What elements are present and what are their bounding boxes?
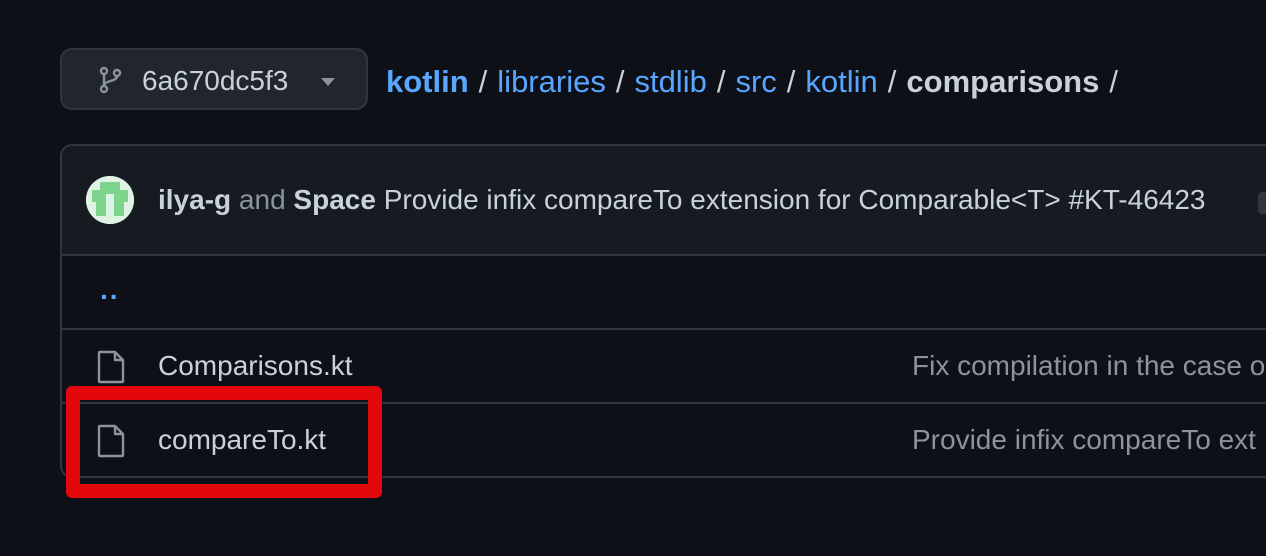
page: 6a670dc5f3 kotlin / libraries / stdlib /… bbox=[0, 0, 1266, 556]
commit-message-link[interactable]: Provide infix compareTo extension for Co… bbox=[384, 184, 1206, 215]
file-commit-message[interactable]: Provide infix compareTo ext bbox=[912, 422, 1256, 458]
latest-commit-header: ilya-g and Space Provide infix compareTo… bbox=[62, 146, 1266, 256]
branch-selector-button[interactable]: 6a670dc5f3 bbox=[60, 48, 368, 110]
file-icon bbox=[97, 350, 125, 384]
breadcrumb-separator: / bbox=[615, 64, 625, 99]
breadcrumb-link-kotlin-root[interactable]: kotlin bbox=[386, 64, 469, 100]
breadcrumb-link-libraries[interactable]: libraries bbox=[497, 64, 606, 100]
file-name-link[interactable]: Comparisons.kt bbox=[158, 348, 353, 384]
git-branch-icon bbox=[99, 66, 122, 94]
breadcrumb-current: comparisons bbox=[906, 64, 1100, 99]
file-list-box: ilya-g and Space Provide infix compareTo… bbox=[60, 144, 1266, 478]
file-name-link[interactable]: compareTo.kt bbox=[158, 422, 326, 458]
breadcrumb-separator: / bbox=[786, 64, 796, 99]
avatar-identicon-icon bbox=[86, 176, 134, 224]
branch-name: 6a670dc5f3 bbox=[142, 65, 289, 96]
file-row[interactable]: compareTo.kt Provide infix compareTo ext bbox=[62, 404, 1266, 476]
breadcrumb: kotlin / libraries / stdlib / src / kotl… bbox=[386, 62, 1128, 102]
parent-directory-row[interactable]: .. bbox=[62, 256, 1266, 330]
file-icon bbox=[97, 424, 125, 458]
breadcrumb-link-stdlib[interactable]: stdlib bbox=[634, 64, 706, 100]
commit-and-text: and bbox=[238, 184, 286, 215]
parent-directory-link[interactable]: .. bbox=[100, 274, 120, 306]
breadcrumb-link-kotlin[interactable]: kotlin bbox=[805, 64, 877, 100]
file-commit-message[interactable]: Fix compilation in the case o bbox=[912, 348, 1265, 384]
breadcrumb-separator: / bbox=[716, 64, 726, 99]
commit-summary: ilya-g and Space Provide infix compareTo… bbox=[158, 182, 1205, 218]
breadcrumb-link-src[interactable]: src bbox=[735, 64, 776, 100]
commit-author-link[interactable]: ilya-g bbox=[158, 184, 231, 215]
breadcrumb-separator: / bbox=[478, 64, 488, 99]
avatar[interactable] bbox=[86, 176, 134, 224]
breadcrumb-separator: / bbox=[1109, 64, 1118, 99]
commit-more-button[interactable] bbox=[1258, 192, 1266, 214]
chevron-down-icon bbox=[321, 78, 335, 86]
file-row[interactable]: Comparisons.kt Fix compilation in the ca… bbox=[62, 330, 1266, 404]
commit-coauthor-link[interactable]: Space bbox=[293, 184, 376, 215]
breadcrumb-separator: / bbox=[887, 64, 897, 99]
